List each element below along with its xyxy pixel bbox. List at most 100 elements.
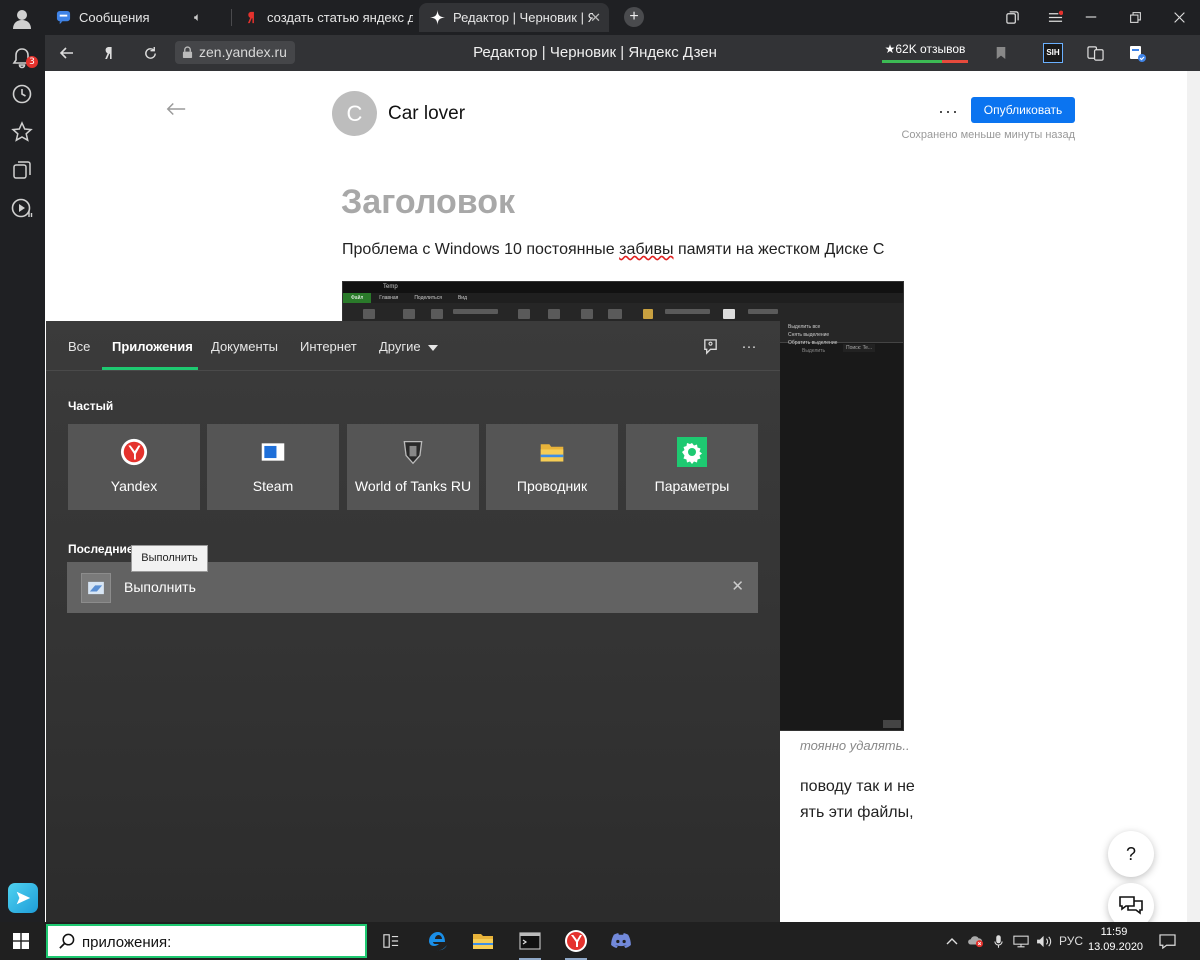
translate-extension-icon[interactable]: [1083, 41, 1107, 65]
settings-gear-icon: [677, 437, 707, 467]
windows-start-icon[interactable]: [6, 928, 36, 954]
minimize-icon[interactable]: [1079, 6, 1103, 28]
run-dialog-icon: [81, 573, 111, 603]
input-language-indicator[interactable]: РУС: [1058, 931, 1084, 951]
app-tile-settings[interactable]: Параметры: [626, 424, 758, 510]
windows-search-panel: Все Приложения Документы Интернет Другие…: [46, 321, 780, 922]
account-extension-icon[interactable]: [1125, 41, 1149, 65]
rating-bar: [882, 60, 968, 63]
more-options-icon[interactable]: ···: [738, 335, 760, 357]
tooltip: Выполнить: [131, 545, 208, 572]
tab-messages[interactable]: Сообщения 🔈︎: [45, 3, 230, 32]
article-paragraph[interactable]: Проблема с Windows 10 постоянные забивы …: [342, 241, 884, 259]
remove-recent-icon[interactable]: ✕: [731, 577, 744, 595]
explorer-ribbon-tabs: Файл Главная Поделиться Вид: [343, 293, 903, 303]
search-tab-all[interactable]: Все: [68, 339, 90, 354]
task-view-icon[interactable]: [376, 926, 406, 956]
yandex-browser-icon: [119, 437, 149, 467]
explorer-view-toggle: [883, 720, 901, 728]
search-input[interactable]: [82, 932, 352, 952]
file-explorer-icon[interactable]: [468, 926, 498, 956]
article-text-line[interactable]: поводу так и не: [800, 778, 915, 796]
zen-favicon-icon: [429, 10, 445, 26]
restore-icon[interactable]: [1123, 6, 1147, 28]
app-tile-yandex[interactable]: Yandex: [68, 424, 200, 510]
search-tab-documents[interactable]: Документы: [211, 339, 278, 354]
bookmarks-star-icon[interactable]: [8, 118, 36, 146]
cloud-sync-error-icon[interactable]: [966, 931, 986, 951]
app-label: Steam: [252, 478, 294, 494]
edge-browser-icon[interactable]: [423, 926, 453, 956]
tab-close-icon[interactable]: ✕: [590, 10, 601, 26]
discord-icon[interactable]: [606, 926, 636, 956]
media-player-icon[interactable]: [8, 194, 36, 222]
folder-icon: [537, 437, 567, 467]
yandex-browser-taskbar-icon[interactable]: [561, 926, 591, 960]
author-name[interactable]: Car lover: [388, 103, 465, 125]
feedback-chat-icon[interactable]: [1108, 883, 1154, 922]
main-menu-icon[interactable]: [1043, 6, 1067, 28]
tab-title: Редактор | Черновик | Я: [453, 10, 593, 25]
alice-assistant-icon[interactable]: [8, 883, 38, 913]
frequent-section-label: Частый: [68, 399, 114, 413]
browser-sidebar: 3: [0, 0, 45, 922]
search-tab-web[interactable]: Интернет: [300, 339, 357, 354]
reviews-badge[interactable]: ★62K отзывов: [880, 39, 970, 63]
publish-button[interactable]: Опубликовать: [971, 97, 1075, 123]
active-tab-indicator: [102, 367, 198, 370]
taskbar-clock[interactable]: 11:59 13.09.2020: [1088, 925, 1144, 955]
history-icon[interactable]: [8, 80, 36, 108]
taskbar-search-box[interactable]: [46, 924, 367, 958]
microphone-icon[interactable]: [991, 931, 1005, 951]
save-status: Сохранено меньше минуты назад: [901, 129, 1075, 141]
page-scrollbar[interactable]: [1187, 71, 1200, 922]
tabs-overview-icon[interactable]: [1000, 6, 1024, 28]
close-window-icon[interactable]: [1167, 6, 1191, 28]
notifications-icon[interactable]: 3: [8, 44, 38, 72]
clock-date: 13.09.2020: [1088, 941, 1144, 953]
clock-time: 11:59: [1100, 926, 1128, 938]
tab-audio-icon[interactable]: 🔈︎: [194, 10, 201, 25]
article-text-line[interactable]: ять эти файлы,: [800, 804, 914, 822]
terminal-icon[interactable]: [515, 926, 545, 960]
recent-item-label: Выполнить: [124, 579, 196, 595]
app-label: Yandex: [110, 478, 158, 494]
help-button[interactable]: ?: [1108, 831, 1154, 877]
image-caption[interactable]: тоянно удалять..: [800, 738, 910, 753]
new-tab-button[interactable]: +: [624, 7, 644, 27]
sih-extension-icon[interactable]: SIH: [1041, 41, 1065, 65]
tab-separator: [231, 9, 232, 26]
volume-icon[interactable]: [1035, 931, 1053, 951]
back-arrow-icon[interactable]: [55, 41, 79, 65]
author-avatar[interactable]: C: [332, 91, 377, 136]
collections-icon[interactable]: [8, 156, 36, 184]
tab-title: Сообщения: [79, 10, 150, 25]
app-tile-explorer[interactable]: Проводник: [486, 424, 618, 510]
profile-icon[interactable]: [8, 5, 36, 33]
search-tab-apps[interactable]: Приложения: [112, 339, 193, 354]
action-center-icon[interactable]: [1156, 930, 1178, 952]
steam-app-icon: [258, 437, 288, 467]
windows-taskbar: РУС 11:59 13.09.2020: [0, 922, 1200, 960]
spellcheck-word: забивы: [619, 241, 674, 258]
bookmark-icon[interactable]: [989, 41, 1013, 65]
tab-zen-editor[interactable]: Редактор | Черновик | Я ✕: [419, 3, 609, 32]
editor-back-arrow-icon[interactable]: [165, 101, 187, 122]
article-title[interactable]: Заголовок: [341, 183, 515, 222]
tab-title: создать статью яндекс дзен: [267, 10, 413, 25]
more-options-icon[interactable]: ···: [938, 101, 959, 122]
notification-badge: 3: [26, 56, 38, 68]
reviews-text: ★62K отзывов: [884, 42, 966, 56]
network-icon[interactable]: [1012, 931, 1030, 951]
tab-search-article[interactable]: создать статью яндекс дзен: [233, 3, 413, 32]
show-hidden-icons-chevron[interactable]: [944, 931, 960, 951]
yandex-logo-icon[interactable]: [97, 41, 121, 65]
url-field[interactable]: zen.yandex.ru: [175, 41, 295, 64]
reload-icon[interactable]: [138, 41, 162, 65]
search-tab-more[interactable]: Другие: [379, 339, 439, 354]
search-filter-tabs: Все Приложения Документы Интернет Другие…: [46, 321, 780, 371]
app-tile-world-of-tanks[interactable]: World of Tanks RU: [347, 424, 479, 510]
feedback-icon[interactable]: [699, 335, 721, 357]
app-tile-steam[interactable]: Steam: [207, 424, 339, 510]
lock-icon: [182, 46, 193, 58]
